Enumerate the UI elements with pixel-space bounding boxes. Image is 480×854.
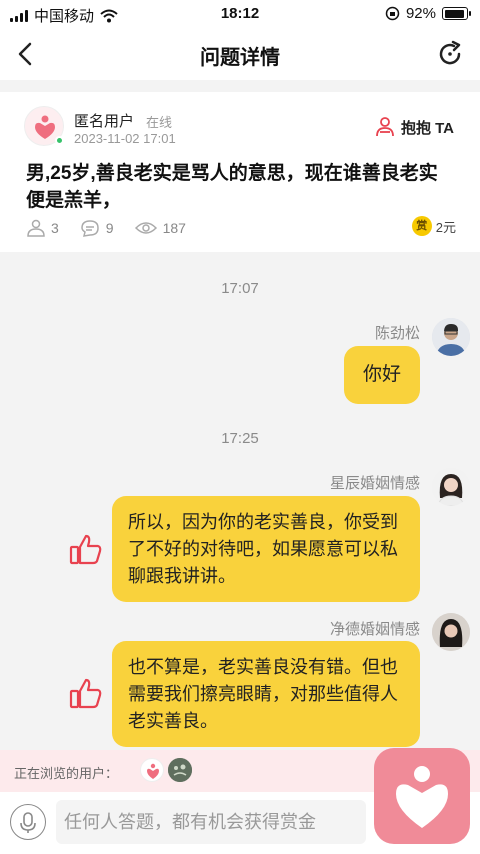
avatar[interactable] bbox=[432, 318, 470, 356]
question-card: 匿名用户 在线 2023-11-02 17:01 抱抱 TA 男,25岁,善良老… bbox=[0, 92, 480, 252]
avatar[interactable] bbox=[432, 613, 470, 651]
refresh-icon[interactable] bbox=[432, 36, 468, 72]
person-photo-icon bbox=[432, 468, 470, 506]
chat-time-separator: 17:07 bbox=[221, 280, 259, 297]
thumbs-up-icon[interactable] bbox=[68, 532, 104, 568]
avatar[interactable] bbox=[432, 468, 470, 506]
hug-label: 抱抱 TA bbox=[400, 119, 454, 137]
views-count: 187 bbox=[162, 220, 186, 236]
comments-stat[interactable]: 9 bbox=[79, 218, 114, 238]
hug-icon bbox=[376, 117, 394, 137]
question-user-status: 在线 bbox=[146, 115, 173, 130]
question-time: 2023-11-02 17:01 bbox=[74, 131, 176, 146]
hugs-stat[interactable]: 3 bbox=[26, 218, 59, 238]
battery-percent: 92% bbox=[405, 5, 436, 22]
hugs-count: 3 bbox=[51, 220, 59, 236]
eye-icon bbox=[134, 222, 157, 234]
cartoon-avatar-icon bbox=[168, 758, 192, 782]
reward-coin-icon: 赏 bbox=[411, 216, 432, 236]
status-bar: 中国移动 18:12 92% bbox=[0, 0, 480, 28]
reward-badge: 赏 2元 bbox=[411, 216, 456, 236]
chat-bubble: 所以，因为你的老实善良，你受到了不好的对待吧，如果愿意可以私聊跟我讲讲。 bbox=[112, 496, 420, 602]
page-title: 问题详情 bbox=[200, 47, 280, 69]
microphone-icon bbox=[20, 812, 36, 833]
person-photo-icon bbox=[432, 613, 470, 651]
question-stats: 3 9 187 bbox=[26, 218, 200, 238]
hug-button[interactable]: 抱抱 TA bbox=[375, 116, 454, 138]
orientation-lock-icon bbox=[385, 6, 400, 21]
thumbs-up-icon[interactable] bbox=[68, 676, 104, 712]
sender-name: 陈劲松 bbox=[374, 325, 420, 342]
chat-bubble: 你好 bbox=[344, 346, 420, 404]
battery-icon bbox=[442, 7, 471, 20]
views-stat: 187 bbox=[134, 219, 186, 237]
heart-person-icon bbox=[147, 763, 159, 779]
heart-person-logo-icon bbox=[396, 766, 448, 828]
status-right: 92% bbox=[385, 5, 471, 22]
comments-count: 9 bbox=[105, 220, 114, 236]
browsing-label: 正在浏览的用户： bbox=[14, 766, 119, 781]
hug-count-icon bbox=[27, 219, 45, 237]
viewer-avatar[interactable] bbox=[168, 758, 192, 782]
question-text: 男,25岁,善良老实是骂人的意思，现在谁善良老实便是羔羊， bbox=[26, 163, 438, 211]
chat-bubble: 也不算是，老实善良没有错。但也需要我们擦亮眼睛，对那些值得人老实善良。 bbox=[112, 641, 420, 747]
floating-app-button[interactable] bbox=[374, 748, 470, 844]
sender-name: 净德婚姻情感 bbox=[329, 621, 420, 638]
voice-input-button[interactable] bbox=[10, 804, 46, 840]
answer-input[interactable] bbox=[56, 800, 366, 844]
question-user-name: 匿名用户 bbox=[74, 113, 135, 130]
viewer-avatar[interactable] bbox=[140, 758, 164, 782]
sender-name: 星辰婚姻情感 bbox=[329, 475, 420, 492]
reward-amount: 2元 bbox=[435, 219, 456, 235]
online-indicator bbox=[55, 136, 64, 145]
chat-time-separator: 17:25 bbox=[221, 430, 259, 447]
person-photo-icon bbox=[432, 318, 470, 356]
nav-bar: 问题详情 bbox=[0, 28, 480, 80]
anonymous-avatar[interactable] bbox=[24, 106, 64, 146]
comment-icon bbox=[81, 220, 99, 237]
